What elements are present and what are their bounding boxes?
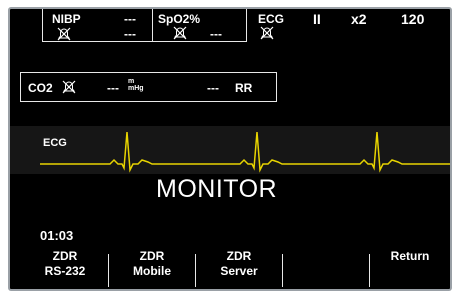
nibp-alarm-off-icon (57, 27, 71, 41)
ecg-waveform (40, 131, 450, 173)
zdr-rs232-button[interactable]: ZDR RS-232 (22, 249, 108, 285)
monitor-frame: NIBP --- --- SpO2% --- ECG II x2 120 CO2… (0, 0, 455, 291)
return-button[interactable]: Return (370, 249, 450, 285)
spo2-alarm-off-icon (173, 26, 187, 40)
ecg-alarm-off-icon (260, 26, 274, 40)
button-line1: ZDR (52, 249, 78, 263)
zdr-server-button[interactable]: ZDR Server (196, 249, 282, 285)
mode-label: MONITOR (156, 175, 278, 203)
co2-value: --- (107, 81, 119, 95)
ecg-gain[interactable]: x2 (351, 11, 367, 27)
co2-unit-top: m (128, 78, 135, 85)
rr-value: --- (207, 81, 219, 95)
button-line1: ZDR (226, 249, 252, 263)
ecg-label: ECG (258, 12, 285, 26)
heart-rate: 120 (401, 11, 425, 27)
button-line2: Return (390, 249, 430, 263)
button-line2: RS-232 (44, 264, 86, 278)
nibp-label: NIBP (52, 12, 81, 26)
nibp-value-top: --- (124, 12, 136, 26)
co2-alarm-off-icon (62, 80, 76, 94)
elapsed-timer: 01:03 (40, 228, 74, 243)
ecg-lead[interactable]: II (313, 11, 321, 27)
nibp-value-bottom: --- (124, 27, 136, 41)
zdr-mobile-button[interactable]: ZDR Mobile (109, 249, 195, 285)
monitor-screen: NIBP --- --- SpO2% --- ECG II x2 120 CO2… (8, 7, 452, 291)
button-line2: Mobile (133, 264, 171, 278)
empty-softkey[interactable] (283, 249, 369, 285)
co2-unit-bottom: mHg (128, 85, 144, 92)
button-line1: ZDR (139, 249, 165, 263)
rr-label: RR (235, 81, 253, 95)
spo2-label: SpO2% (158, 12, 201, 26)
co2-label: CO2 (28, 81, 53, 95)
button-line2: Server (220, 264, 258, 278)
spo2-value: --- (210, 27, 222, 41)
